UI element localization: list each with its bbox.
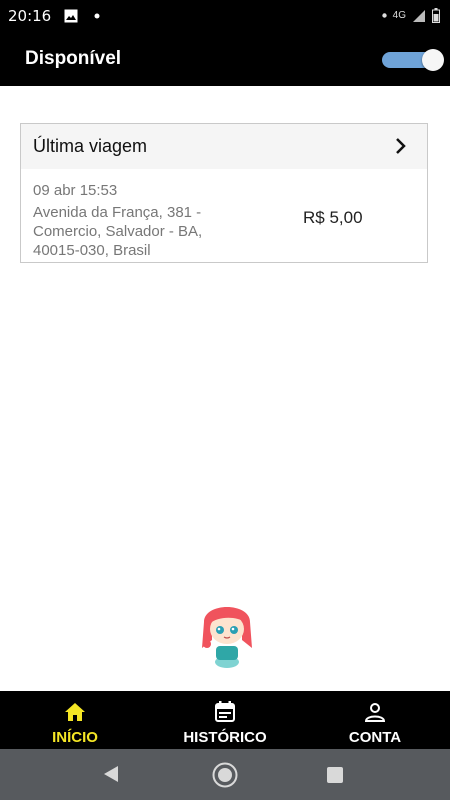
- calendar-icon: [215, 701, 235, 722]
- page-title: Disponível: [25, 48, 122, 69]
- mascot-illustration: [202, 607, 252, 668]
- chevron-right-icon: [396, 138, 406, 154]
- data-dot-icon: [381, 13, 387, 18]
- back-icon[interactable]: [102, 765, 120, 783]
- trip-address: Avenida da França, 381 - Comercio, Salva…: [33, 204, 203, 259]
- recents-icon[interactable]: [326, 766, 344, 784]
- bottom-nav: INÍCIO HISTÓRICO CONTA: [0, 691, 450, 749]
- nav-item-inicio[interactable]: INÍCIO: [0, 691, 150, 749]
- nav-label-conta: CONTA: [348, 729, 402, 746]
- network-type: 4G: [392, 10, 406, 21]
- nav-label-historico: HISTÓRICO: [183, 729, 267, 746]
- toggle-knob: [422, 49, 444, 71]
- trip-date: 09 abr 15:53: [33, 182, 118, 199]
- battery-icon: [432, 8, 440, 23]
- availability-toggle[interactable]: [382, 49, 444, 71]
- person-icon: [364, 703, 386, 722]
- image-icon: [64, 9, 78, 23]
- home-circle-icon[interactable]: [211, 762, 239, 788]
- nav-label-inicio: INÍCIO: [52, 729, 98, 746]
- last-trip-header[interactable]: Última viagem: [21, 124, 427, 169]
- last-trip-title: Última viagem: [33, 136, 148, 156]
- status-time: 20:16: [8, 7, 52, 25]
- signal-icon: [413, 9, 425, 22]
- nav-item-conta[interactable]: CONTA: [300, 691, 450, 749]
- notification-dot-icon: [94, 13, 100, 19]
- trip-price: R$ 5,00: [303, 208, 363, 227]
- last-trip-card[interactable]: Última viagem 09 abr 15:53 Avenida da Fr…: [20, 123, 428, 263]
- home-icon: [65, 703, 85, 721]
- nav-item-historico[interactable]: HISTÓRICO: [150, 691, 300, 749]
- status-bar: 20:16 4G: [0, 0, 450, 32]
- system-nav-bar: [0, 749, 450, 800]
